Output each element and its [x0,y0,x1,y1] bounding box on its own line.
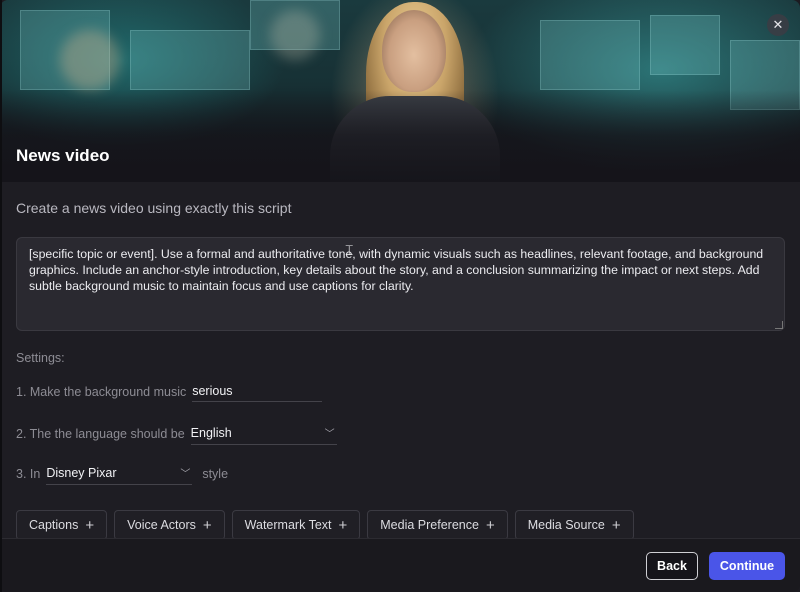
news-video-modal: News video ✕ Create a news video using e… [0,0,800,592]
plus-icon: + [202,516,212,534]
chip-label: Media Preference [380,518,479,532]
plus-icon: + [85,516,95,534]
chip-label: Captions [29,518,79,532]
option-chips: Captions + Voice Actors + Watermark Text… [16,510,634,540]
style-setting-row: 3. In Disney Pixar ﹀ style [16,463,228,485]
chip-captions[interactable]: Captions + [16,510,108,540]
back-button[interactable]: Back [646,552,698,580]
chip-voice-actors[interactable]: Voice Actors + [114,510,225,540]
chip-label: Voice Actors [127,518,196,532]
plus-icon: + [485,516,495,534]
music-setting-label: 1. Make the background music [16,385,187,399]
language-select-value: English [190,425,232,440]
chip-watermark-text[interactable]: Watermark Text + [231,510,361,540]
modal-subtitle: Create a news video using exactly this s… [16,200,292,216]
language-setting-row: 2. The the language should be English ﹀ [16,423,337,445]
continue-button[interactable]: Continue [709,552,785,580]
style-setting-suffix: style [202,467,229,481]
chip-media-preference[interactable]: Media Preference + [367,510,508,540]
hero-image [0,0,800,182]
resize-handle-icon[interactable] [775,321,783,329]
language-select[interactable]: English ﹀ [190,423,337,445]
music-input[interactable] [192,382,323,402]
chevron-down-icon: ﹀ [180,469,191,480]
language-setting-label: 2. The the language should be [16,427,185,441]
music-setting-row: 1. Make the background music [16,382,323,402]
text-cursor-icon: ⌶ [345,242,354,258]
modal-title: News video [16,146,110,165]
style-setting-label: 3. In [16,467,41,481]
window-edge [0,0,2,592]
close-icon: ✕ [772,17,784,32]
script-textarea[interactable] [16,237,785,331]
chip-media-source[interactable]: Media Source + [514,510,634,540]
close-button[interactable]: ✕ [767,14,789,36]
style-select[interactable]: Disney Pixar ﹀ [46,463,193,485]
settings-label: Settings: [16,351,65,365]
chip-label: Watermark Text [244,518,332,532]
plus-icon: + [611,516,621,534]
style-select-value: Disney Pixar [46,465,117,480]
chip-label: Media Source [527,518,605,532]
plus-icon: + [338,516,348,534]
chevron-down-icon: ﹀ [324,429,335,440]
